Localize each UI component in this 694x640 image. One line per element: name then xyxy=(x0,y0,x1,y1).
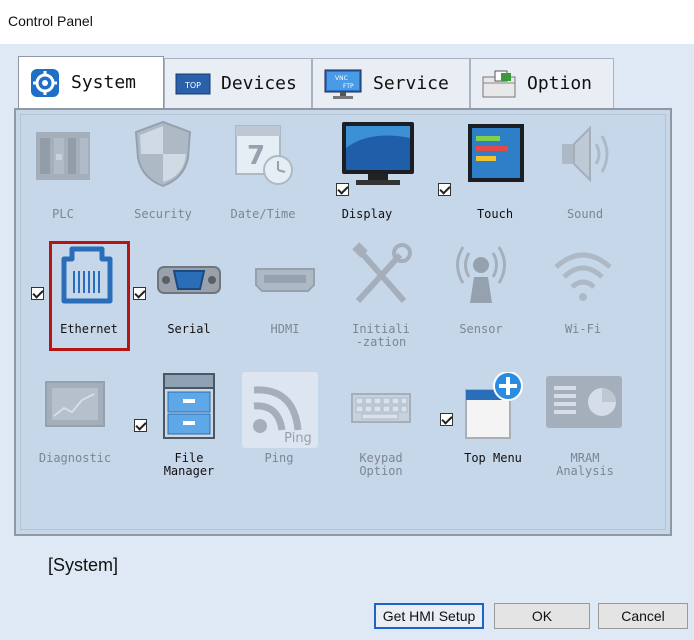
item-sound-label: Sound xyxy=(566,207,604,221)
get-hmi-setup-button[interactable]: Get HMI Setup xyxy=(374,603,484,629)
shield-icon xyxy=(134,120,192,188)
tdp-device-icon: TOP xyxy=(175,73,211,94)
item-top-menu-label: Top Menu xyxy=(464,451,522,465)
item-diagnostic-label: Diagnostic xyxy=(38,451,112,465)
plc-icon xyxy=(36,132,90,180)
gear-icon xyxy=(31,68,59,97)
tab-service[interactable]: VNC FTP Service xyxy=(312,58,470,108)
svg-text:7: 7 xyxy=(247,141,265,171)
diagnostic-icon xyxy=(45,381,105,427)
svg-text:Ping: Ping xyxy=(284,431,312,446)
touch-screen-icon xyxy=(468,124,524,182)
ethernet-port-icon xyxy=(61,246,113,304)
tab-option-label: Option xyxy=(527,73,593,94)
mram-chart-icon xyxy=(546,376,622,428)
ok-button[interactable]: OK xyxy=(494,603,590,629)
display-checkbox[interactable] xyxy=(336,183,349,196)
ping-icon: Ping xyxy=(242,372,318,448)
tab-system[interactable]: System xyxy=(18,56,164,108)
svg-text:VNC: VNC xyxy=(335,75,348,82)
vnc-ftp-service-icon: VNC FTP xyxy=(324,69,362,99)
item-wifi-label: Wi-Fi xyxy=(564,322,602,336)
item-mram-analysis-label: MRAM Analysis xyxy=(556,451,614,478)
tab-service-label: Service xyxy=(373,73,449,94)
item-security-label: Security xyxy=(134,207,192,221)
svg-text:TOP: TOP xyxy=(184,81,201,90)
serial-checkbox[interactable] xyxy=(133,287,146,300)
item-ethernet-label: Ethernet xyxy=(60,322,118,336)
item-serial-label: Serial xyxy=(167,322,211,336)
file-manager-checkbox[interactable] xyxy=(134,419,147,432)
item-ping-label: Ping xyxy=(264,451,294,465)
monitor-icon xyxy=(342,122,414,185)
calendar-clock-icon: 7 xyxy=(235,125,293,185)
sensor-icon xyxy=(456,246,506,303)
item-initialization-label: Initiali -zation xyxy=(352,322,410,349)
hdmi-port-icon xyxy=(255,268,315,292)
cancel-button[interactable]: Cancel xyxy=(598,603,688,629)
window-title: Control Panel xyxy=(8,13,93,29)
tab-devices-label: Devices xyxy=(221,73,297,94)
ethernet-checkbox[interactable] xyxy=(31,287,44,300)
item-keypad-option-label: Keypad Option xyxy=(359,451,403,478)
serial-port-icon xyxy=(157,266,221,294)
item-touch-label: Touch xyxy=(476,207,514,221)
item-hdmi-label: HDMI xyxy=(270,322,300,336)
tools-icon xyxy=(352,242,412,304)
top-menu-add-icon xyxy=(465,372,523,439)
keyboard-icon xyxy=(351,393,411,423)
item-plc-label: PLC xyxy=(52,207,74,221)
tab-system-label: System xyxy=(71,72,137,93)
tab-option[interactable]: Option xyxy=(470,58,614,108)
item-date-time-label: Date/Time xyxy=(230,207,296,221)
touch-checkbox[interactable] xyxy=(438,183,451,196)
item-display-label: Display xyxy=(341,207,393,221)
tab-devices[interactable]: TOP Devices xyxy=(164,58,312,108)
speaker-icon xyxy=(562,125,609,183)
svg-text:FTP: FTP xyxy=(343,83,354,90)
wifi-icon xyxy=(554,252,612,301)
ping-waves-icon: Ping xyxy=(253,386,312,446)
status-text: [System] xyxy=(48,555,119,575)
top-menu-checkbox[interactable] xyxy=(440,413,453,426)
item-sensor-label: Sensor xyxy=(459,322,503,336)
file-cabinet-icon xyxy=(163,373,215,439)
control-panel-window: Control Panel System TOP Devices VNC FTP xyxy=(0,0,694,640)
title-bar[interactable]: Control Panel xyxy=(0,0,694,45)
option-folder-icon xyxy=(482,70,516,97)
item-file-manager-label: File Manager xyxy=(163,451,215,478)
